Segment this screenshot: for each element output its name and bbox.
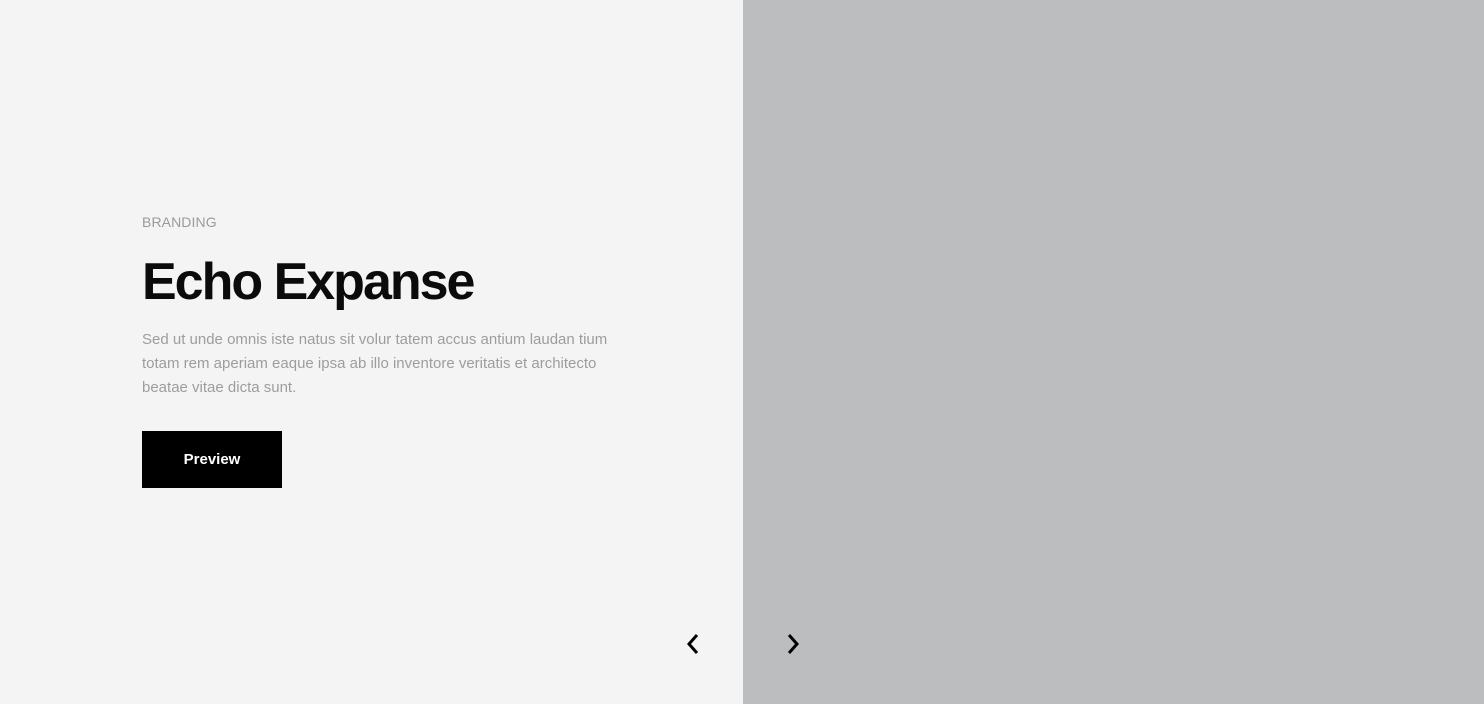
slide-category: BRANDING [142,214,217,230]
chevron-left-icon [684,632,702,659]
slide-image-placeholder [743,0,1484,704]
chevron-right-icon [784,632,802,659]
next-slide-button[interactable] [777,629,809,661]
slide-title: Echo Expanse [142,253,475,311]
previous-slide-button[interactable] [677,629,709,661]
slide-content: BRANDING Echo Expanse Sed ut unde omnis … [142,212,622,488]
slide-text-panel: BRANDING Echo Expanse Sed ut unde omnis … [0,0,743,704]
slide-description: Sed ut unde omnis iste natus sit volur t… [142,331,608,396]
preview-button[interactable]: Preview [142,431,282,488]
